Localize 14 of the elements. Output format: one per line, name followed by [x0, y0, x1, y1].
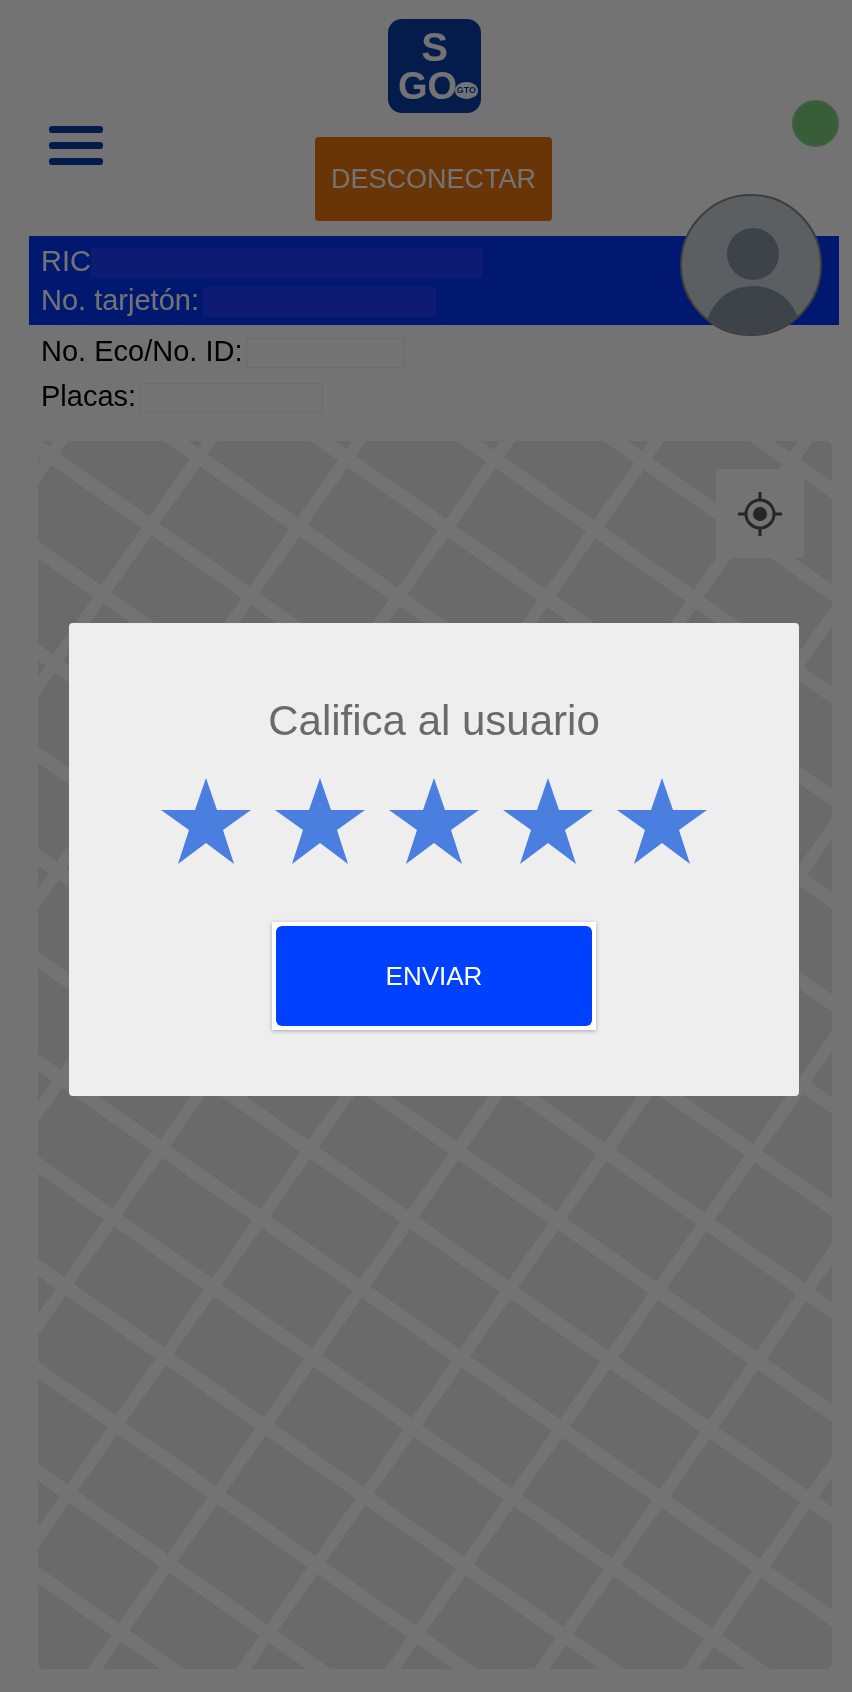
crosshair-icon: [736, 489, 784, 538]
dialog-title: Califica al usuario: [268, 696, 600, 746]
eco-id-label: No. Eco/No. ID:: [41, 335, 243, 367]
driver-name: RIC: [41, 245, 91, 277]
star-icon[interactable]: [615, 776, 709, 866]
star-icon[interactable]: [273, 776, 367, 866]
menu-icon[interactable]: [49, 126, 103, 166]
submit-button[interactable]: ENVIAR: [272, 922, 596, 1030]
locate-button[interactable]: [716, 469, 804, 558]
star-icon[interactable]: [501, 776, 595, 866]
star-icon[interactable]: [159, 776, 253, 866]
plates-label: Placas:: [41, 380, 137, 412]
card-number-label: No. tarjetón:: [41, 284, 199, 316]
star-icon[interactable]: [387, 776, 481, 866]
